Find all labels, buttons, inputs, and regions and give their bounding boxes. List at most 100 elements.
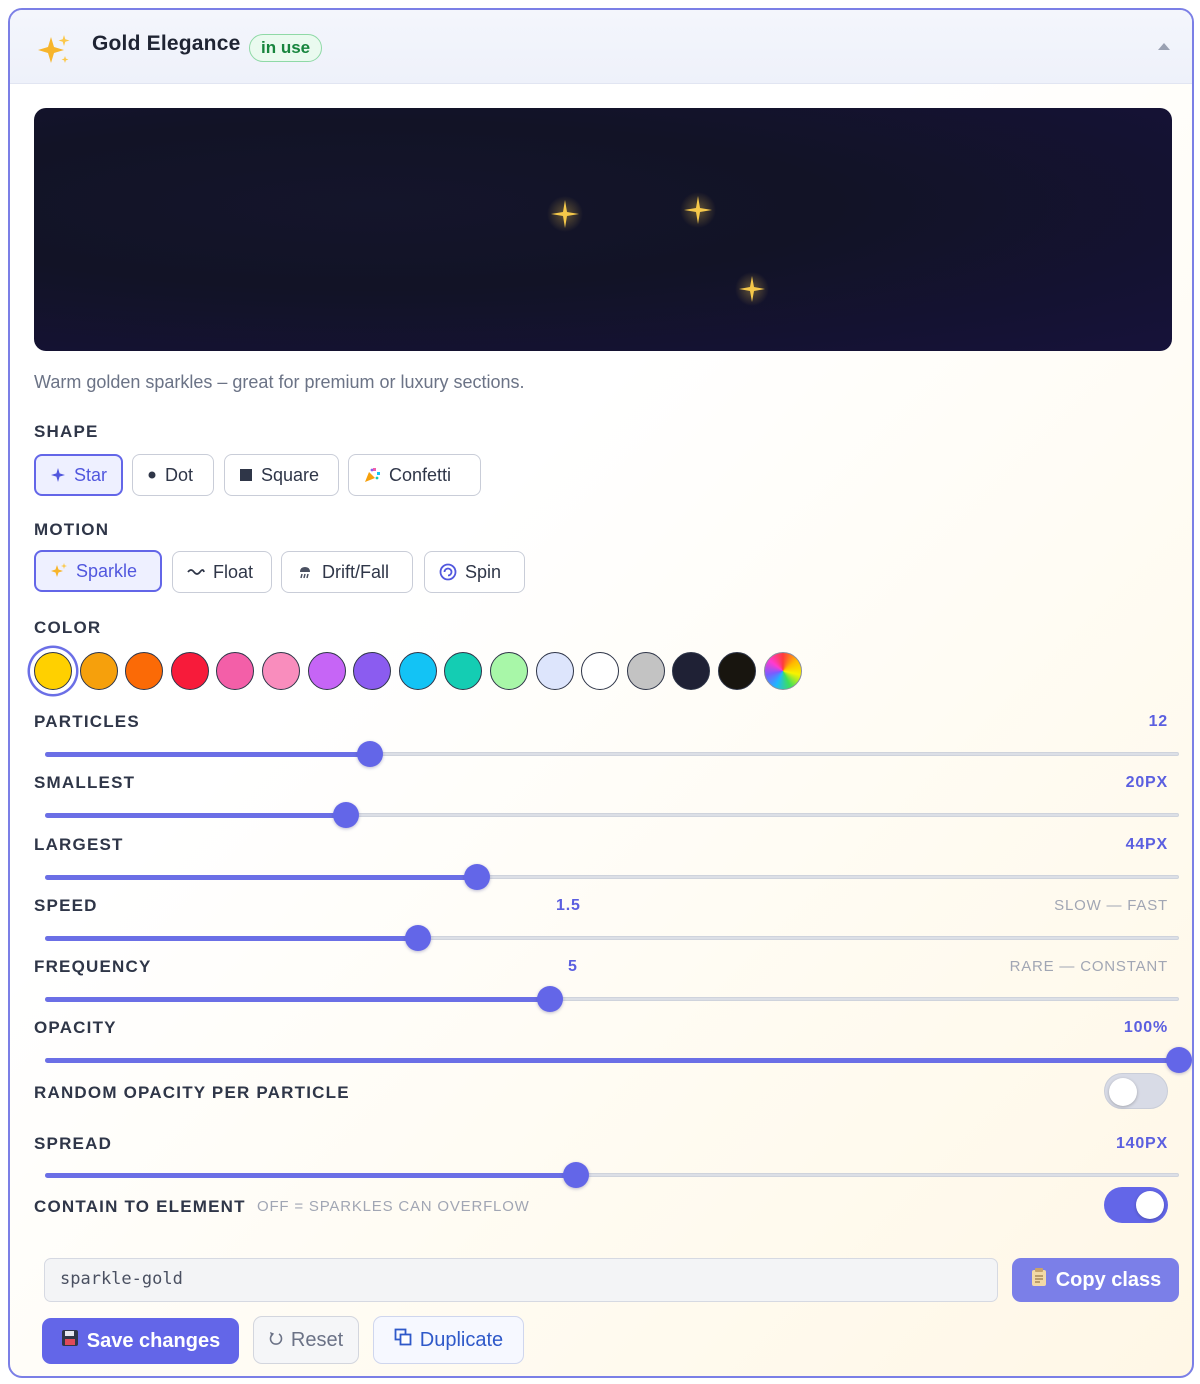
color-swatch[interactable]: [171, 652, 209, 690]
frequency-slider[interactable]: [45, 986, 1179, 1012]
card-header[interactable]: Gold Elegance in use: [10, 10, 1192, 84]
shape-label: SHAPE: [34, 422, 99, 441]
copy-class-label: Copy class: [1055, 1268, 1162, 1291]
largest-value: 44PX: [1125, 836, 1168, 853]
confetti-icon: [363, 466, 381, 484]
color-swatch[interactable]: [627, 652, 665, 690]
color-swatch[interactable]: [444, 652, 482, 690]
color-swatch[interactable]: [216, 652, 254, 690]
duplicate-icon: [394, 1328, 412, 1352]
color-swatch[interactable]: [399, 652, 437, 690]
motion-drift-button[interactable]: Drift/Fall: [281, 551, 413, 593]
color-swatch[interactable]: [34, 652, 72, 690]
motion-spin-button[interactable]: Spin: [424, 551, 525, 593]
color-swatch[interactable]: [125, 652, 163, 690]
drift-icon: [296, 563, 314, 581]
shape-star-button[interactable]: Star: [34, 454, 123, 496]
copy-class-button[interactable]: Copy class: [1012, 1258, 1179, 1302]
smallest-label: SMALLEST: [34, 773, 136, 792]
star-icon: [50, 466, 66, 484]
spread-slider[interactable]: [45, 1162, 1179, 1188]
color-label: COLOR: [34, 618, 102, 637]
chip-label: Confetti: [389, 464, 452, 485]
square-icon: [239, 466, 253, 484]
in-use-badge: in use: [249, 34, 323, 62]
opacity-label: OPACITY: [34, 1018, 117, 1037]
color-swatch[interactable]: [581, 652, 619, 690]
chevron-up-icon[interactable]: [1154, 38, 1174, 54]
effect-title: Gold Elegance: [92, 32, 241, 55]
opacity-value: 100%: [1123, 1019, 1168, 1036]
motion-label: MOTION: [34, 520, 110, 539]
particles-label: PARTICLES: [34, 712, 140, 731]
largest-slider[interactable]: [45, 864, 1179, 890]
reset-label: Reset: [290, 1328, 344, 1351]
spread-value: 140PX: [1115, 1135, 1168, 1152]
contain-hint: OFF = SPARKLES CAN OVERFLOW: [257, 1198, 530, 1215]
sparkles-icon: [50, 562, 68, 580]
chip-label: Spin: [465, 561, 502, 582]
undo-icon: [269, 1329, 283, 1352]
color-swatch[interactable]: [308, 652, 346, 690]
float-icon: [187, 563, 205, 581]
slider-thumb[interactable]: [405, 925, 431, 951]
contain-toggle[interactable]: [1104, 1187, 1168, 1223]
save-changes-label: Save changes: [86, 1329, 221, 1352]
slider-thumb[interactable]: [464, 864, 490, 890]
random-opacity-toggle[interactable]: [1104, 1073, 1168, 1109]
frequency-label: FREQUENCY: [34, 957, 152, 976]
save-changes-button[interactable]: Save changes: [42, 1318, 239, 1364]
effect-preview: [34, 108, 1172, 351]
smallest-value: 20PX: [1125, 774, 1168, 791]
duplicate-button[interactable]: Duplicate: [373, 1316, 524, 1364]
random-opacity-label: RANDOM OPACITY PER PARTICLE: [34, 1083, 350, 1102]
color-swatch[interactable]: [80, 652, 118, 690]
color-swatch[interactable]: [672, 652, 710, 690]
shape-square-button[interactable]: Square: [224, 454, 339, 496]
clipboard-icon: [1030, 1267, 1048, 1293]
chip-label: Sparkle: [76, 560, 138, 581]
particles-slider[interactable]: [45, 741, 1179, 767]
speed-label: SPEED: [34, 896, 98, 915]
effect-card: Gold Elegance in use Warm golden sparkle…: [8, 8, 1194, 1378]
slider-thumb[interactable]: [537, 986, 563, 1012]
spin-icon: [439, 563, 457, 581]
motion-sparkle-button[interactable]: Sparkle: [34, 550, 162, 592]
speed-value: 1.5: [556, 897, 581, 914]
slider-thumb[interactable]: [563, 1162, 589, 1188]
slider-thumb[interactable]: [333, 802, 359, 828]
chip-label: Star: [74, 464, 108, 485]
speed-hint: SLOW — FAST: [1054, 897, 1168, 914]
reset-button[interactable]: Reset: [253, 1316, 359, 1364]
contain-label: CONTAIN TO ELEMENT: [34, 1197, 246, 1216]
dot-icon: [147, 466, 157, 484]
class-name-field[interactable]: sparkle-gold: [44, 1258, 998, 1302]
color-swatch[interactable]: [490, 652, 528, 690]
slider-thumb[interactable]: [1166, 1047, 1192, 1073]
shape-dot-button[interactable]: Dot: [132, 454, 214, 496]
opacity-slider[interactable]: [45, 1047, 1192, 1073]
smallest-slider[interactable]: [45, 802, 1179, 828]
chip-label: Float: [213, 561, 254, 582]
color-swatch-rainbow[interactable]: [764, 652, 802, 690]
sparkles-icon: [36, 32, 72, 68]
color-swatch[interactable]: [353, 652, 391, 690]
particles-value: 12: [1148, 713, 1168, 730]
speed-slider[interactable]: [45, 925, 1179, 951]
motion-float-button[interactable]: Float: [172, 551, 272, 593]
duplicate-label: Duplicate: [419, 1328, 504, 1351]
color-swatch[interactable]: [536, 652, 574, 690]
floppy-disk-icon: [61, 1329, 79, 1353]
slider-thumb[interactable]: [357, 741, 383, 767]
effect-description: Warm golden sparkles – great for premium…: [34, 372, 525, 392]
chip-label: Dot: [165, 464, 194, 485]
sparkle-particle: [680, 192, 716, 228]
color-swatch[interactable]: [262, 652, 300, 690]
chip-label: Drift/Fall: [322, 561, 389, 582]
spread-label: SPREAD: [34, 1134, 113, 1153]
shape-confetti-button[interactable]: Confetti: [348, 454, 481, 496]
color-swatch[interactable]: [718, 652, 756, 690]
chip-label: Square: [261, 464, 320, 485]
frequency-value: 5: [568, 958, 578, 975]
sparkle-particle: [547, 196, 583, 232]
